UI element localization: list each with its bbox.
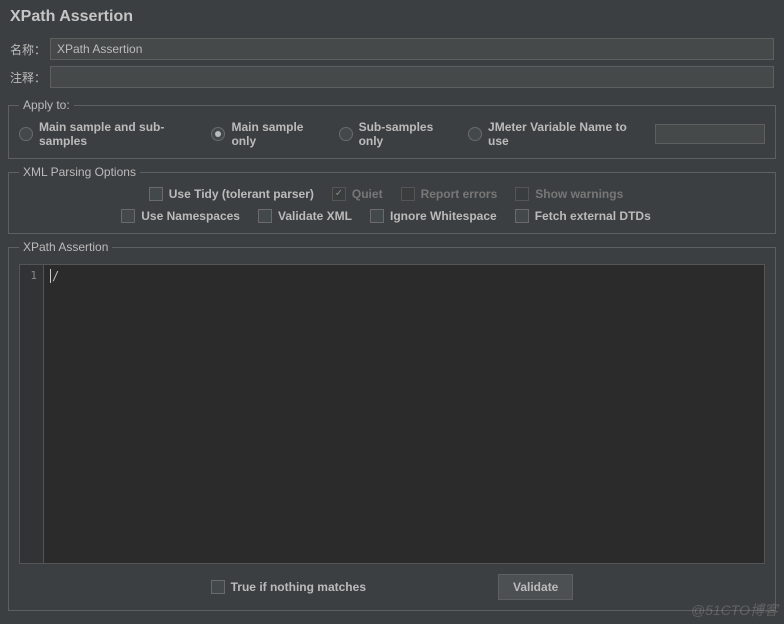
apply-to-fieldset: Apply to: Main sample and sub-samples Ma… <box>8 98 776 159</box>
code-content: / <box>50 269 59 283</box>
checkbox-validate-xml-label: Validate XML <box>278 209 352 223</box>
validate-button[interactable]: Validate <box>498 574 573 600</box>
radio-main-and-sub[interactable] <box>19 127 33 141</box>
radio-sub-only[interactable] <box>339 127 353 141</box>
checkbox-ignore-whitespace[interactable] <box>370 209 384 223</box>
watermark: @51CTO博客 <box>691 600 778 620</box>
line-number: 1 <box>20 269 37 282</box>
checkbox-use-tidy[interactable] <box>149 187 163 201</box>
radio-jmeter-variable[interactable] <box>468 127 482 141</box>
checkbox-true-if-nothing-label: True if nothing matches <box>231 580 366 594</box>
code-gutter: 1 <box>20 265 44 563</box>
code-text[interactable]: / <box>44 265 764 563</box>
radio-sub-only-label: Sub-samples only <box>359 120 450 148</box>
comment-row: 注释： <box>0 64 784 92</box>
xml-parsing-fieldset: XML Parsing Options Use Tidy (tolerant p… <box>8 165 776 234</box>
checkbox-validate-xml[interactable] <box>258 209 272 223</box>
xpath-code-area[interactable]: 1 / <box>19 264 765 564</box>
checkbox-use-namespaces-label: Use Namespaces <box>141 209 240 223</box>
xpath-assertion-legend: XPath Assertion <box>19 240 112 254</box>
checkbox-fetch-external-dtds-label: Fetch external DTDs <box>535 209 651 223</box>
name-row: 名称： <box>0 36 784 64</box>
checkbox-true-if-nothing[interactable] <box>211 580 225 594</box>
checkbox-report-errors-label: Report errors <box>421 187 498 201</box>
checkbox-use-namespaces[interactable] <box>121 209 135 223</box>
comment-input[interactable] <box>50 66 774 88</box>
checkbox-use-tidy-label: Use Tidy (tolerant parser) <box>169 187 314 201</box>
radio-jmeter-variable-label: JMeter Variable Name to use <box>488 120 633 148</box>
name-label: 名称： <box>10 41 50 58</box>
jmeter-variable-input[interactable] <box>655 124 765 144</box>
xml-parsing-legend: XML Parsing Options <box>19 165 140 179</box>
checkbox-quiet <box>332 187 346 201</box>
page-title: XPath Assertion <box>0 0 784 36</box>
checkbox-ignore-whitespace-label: Ignore Whitespace <box>390 209 497 223</box>
apply-to-legend: Apply to: <box>19 98 74 112</box>
checkbox-show-warnings <box>515 187 529 201</box>
radio-main-and-sub-label: Main sample and sub-samples <box>39 120 193 148</box>
xpath-assertion-fieldset: XPath Assertion 1 / True if nothing matc… <box>8 240 776 611</box>
comment-label: 注释： <box>10 69 50 86</box>
checkbox-fetch-external-dtds[interactable] <box>515 209 529 223</box>
checkbox-show-warnings-label: Show warnings <box>535 187 623 201</box>
radio-main-only[interactable] <box>211 127 225 141</box>
name-input[interactable] <box>50 38 774 60</box>
checkbox-quiet-label: Quiet <box>352 187 383 201</box>
checkbox-report-errors <box>401 187 415 201</box>
radio-main-only-label: Main sample only <box>231 120 320 148</box>
